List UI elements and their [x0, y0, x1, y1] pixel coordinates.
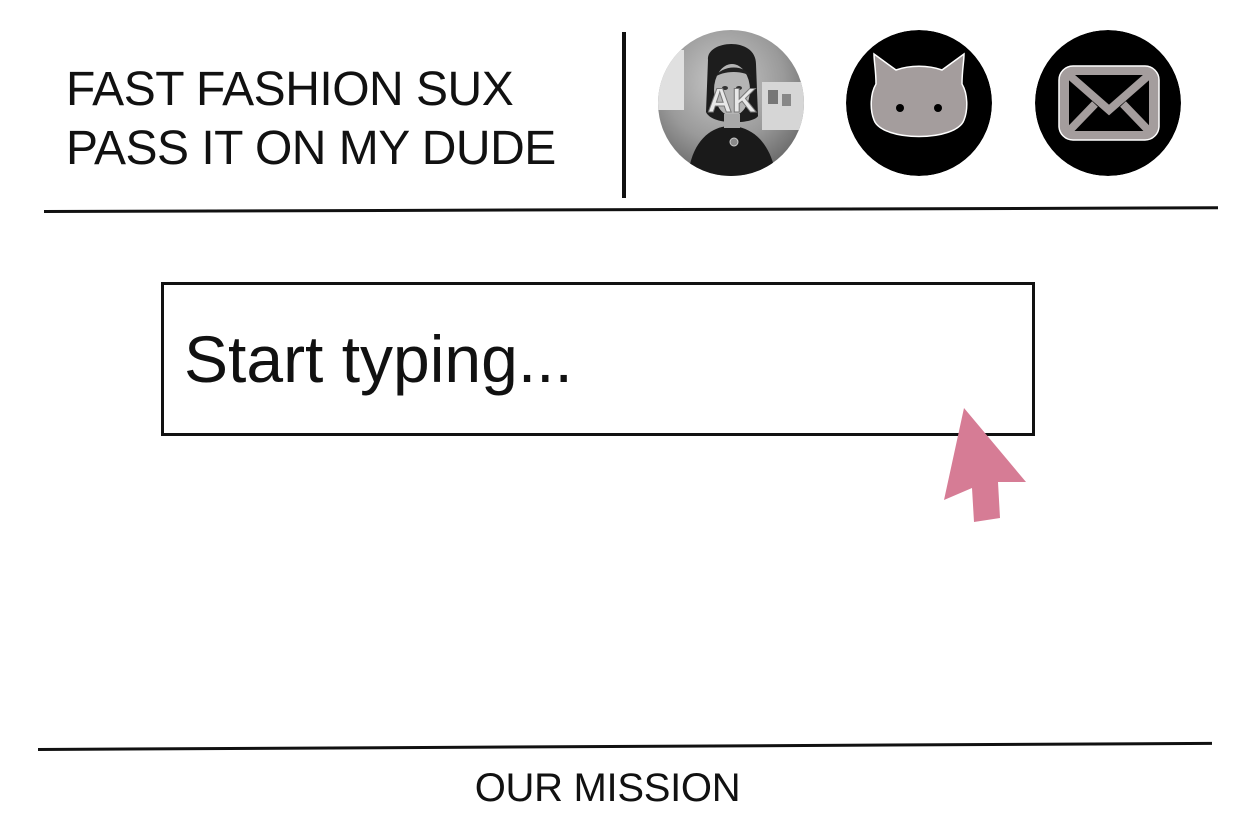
our-mission-link[interactable]: OUR MISSION — [0, 764, 1215, 812]
cat-button[interactable] — [846, 30, 992, 176]
site-title-line-1: FAST FASHION SUX — [66, 63, 514, 116]
footer-separator-line — [37, 741, 1212, 751]
header-divider — [622, 32, 626, 198]
site-title-line-2: PASS IT ON MY DUDE — [66, 122, 556, 175]
site-title: FAST FASHION SUX PASS IT ON MY DUDE — [66, 60, 606, 178]
envelope-icon — [1035, 30, 1181, 176]
header-separator-line — [43, 206, 1218, 213]
cat-icon — [846, 30, 992, 176]
profile-avatar[interactable]: AK — [658, 30, 804, 176]
initials-watermark: AK — [707, 82, 758, 121]
search-input[interactable] — [161, 282, 1035, 436]
mail-button[interactable] — [1035, 30, 1181, 176]
avatar-initials: AK — [707, 82, 757, 120]
